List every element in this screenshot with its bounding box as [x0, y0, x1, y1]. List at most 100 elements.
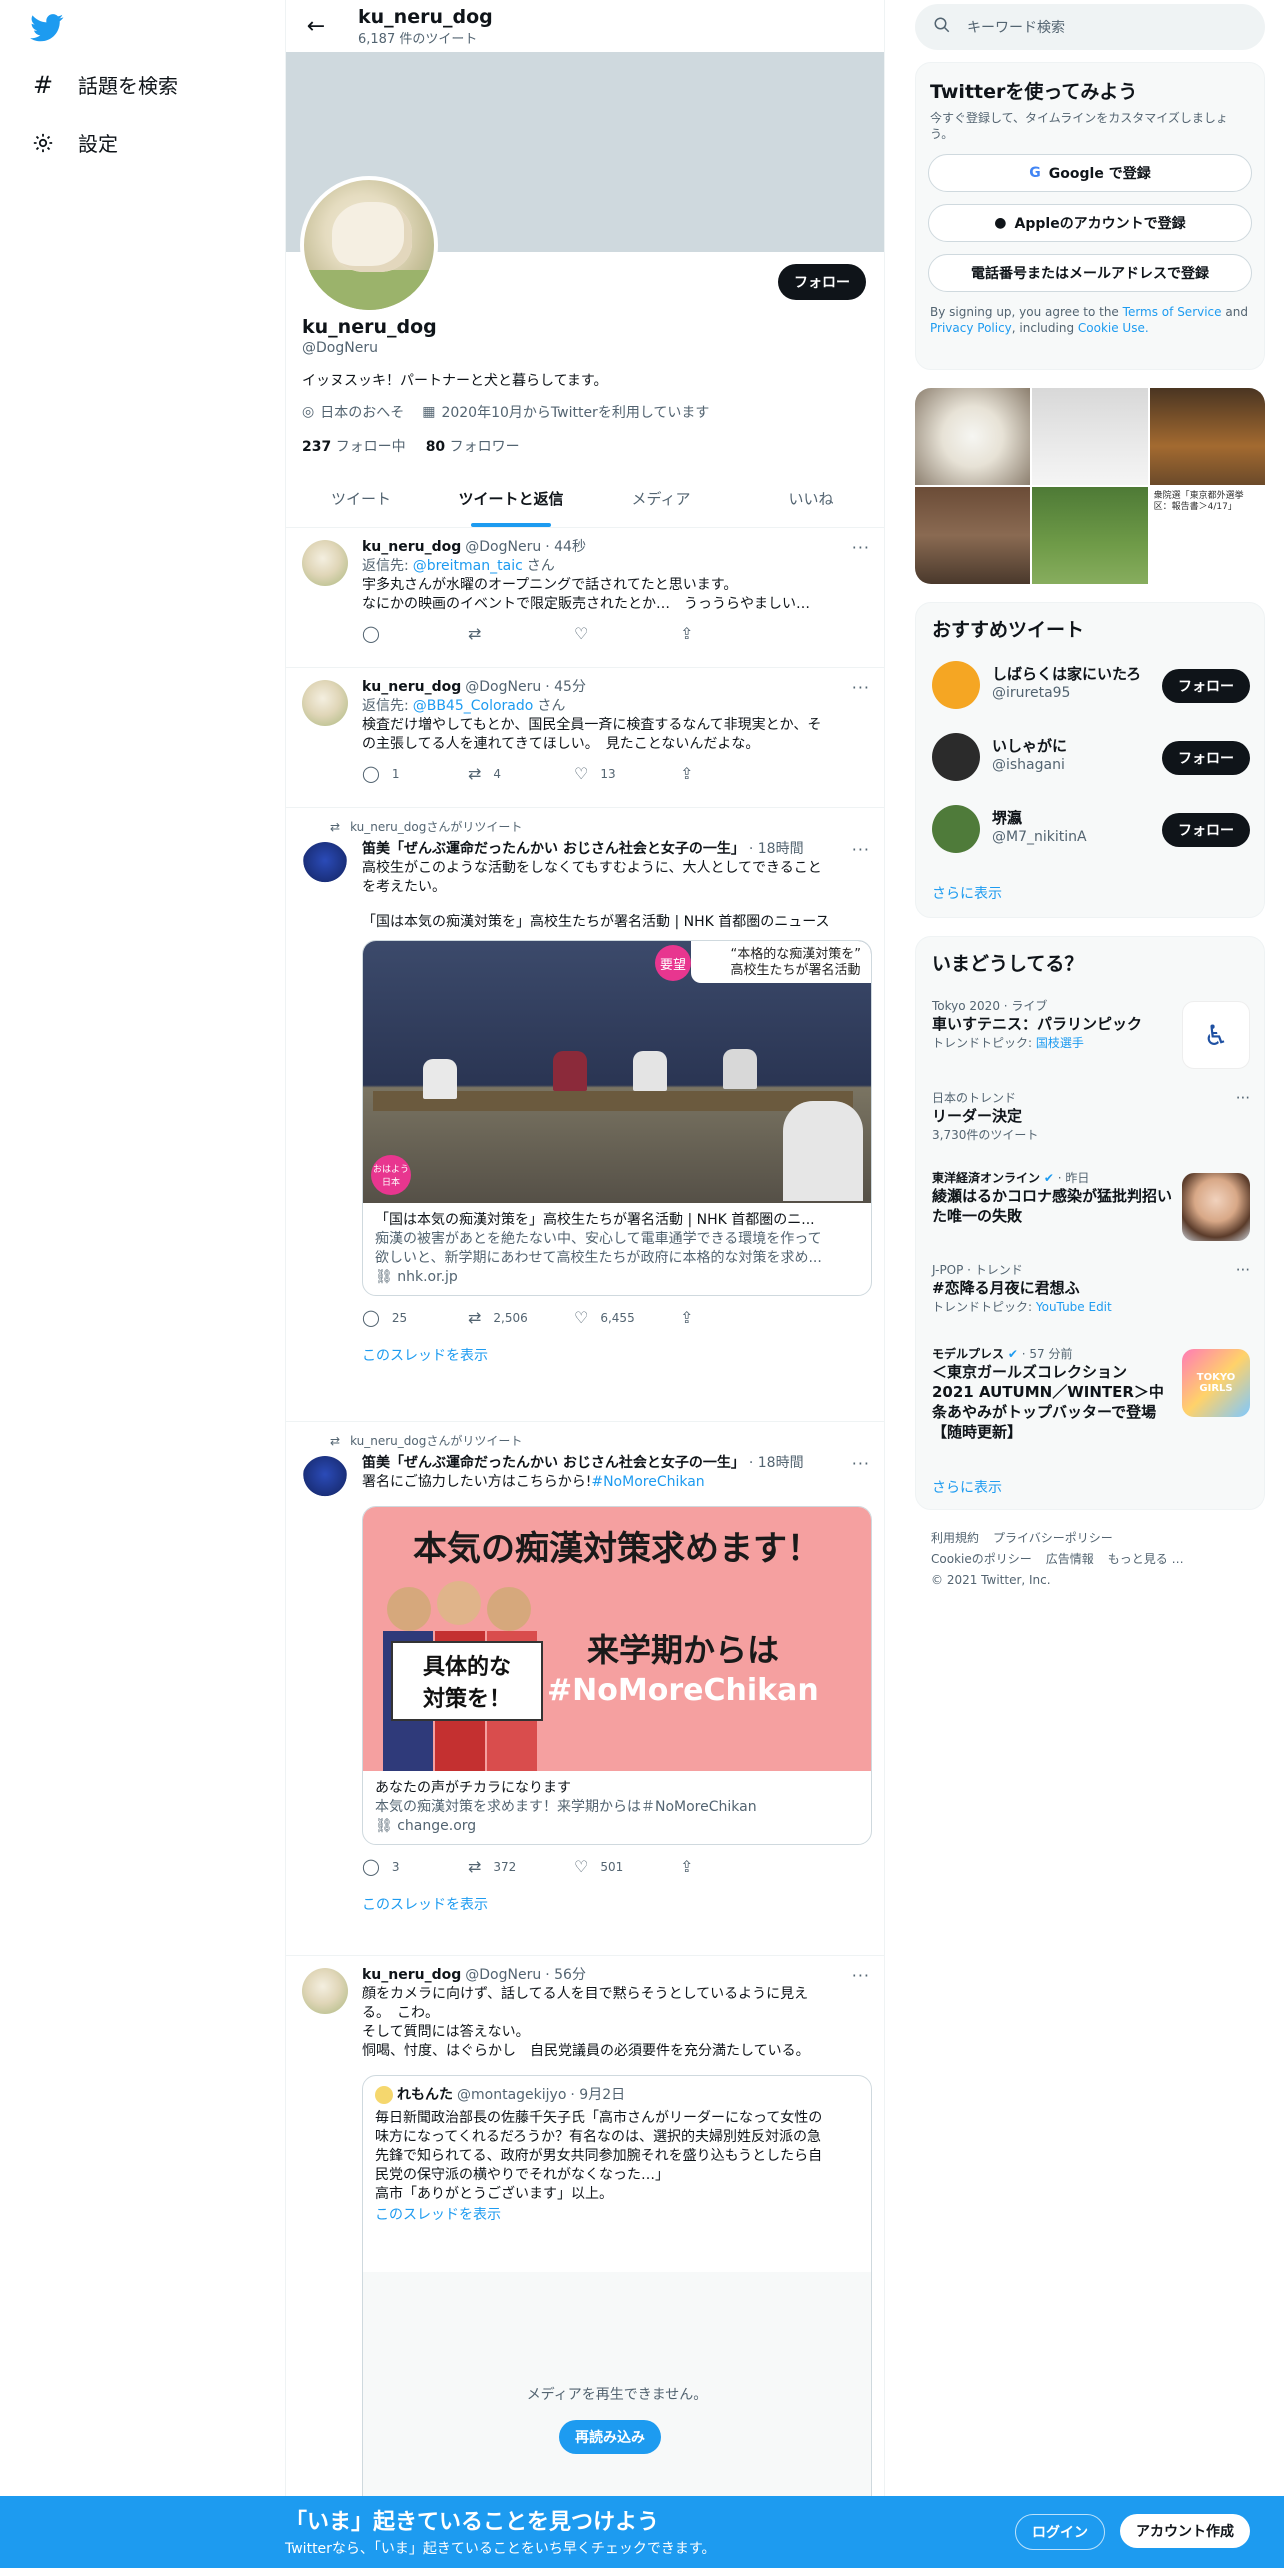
- more-icon[interactable]: ···: [1236, 1261, 1250, 1279]
- heart-icon: ♡: [574, 1857, 589, 1876]
- media-photo[interactable]: [1149, 388, 1265, 485]
- tweet-text: 高校生がこのような活動をしなくてもすむように、大人としてできること を考えたい。「…: [362, 860, 830, 930]
- nav-settings[interactable]: 設定: [30, 128, 118, 157]
- footer-links: 利用規約 プライバシーポリシー Cookieのポリシー 広告情報 もっと見る … © …: [931, 1528, 1184, 1591]
- media-photo[interactable]: [1032, 487, 1148, 584]
- media-photo[interactable]: [1032, 388, 1148, 485]
- more-icon[interactable]: ···: [1236, 1089, 1250, 1107]
- trend-item[interactable]: Tokyo 2020 · ライブ 車いすテニス：パラリンピック トレンドトピック…: [932, 997, 1250, 1069]
- footer-link[interactable]: 広告情報: [1046, 1549, 1094, 1570]
- tab-likes[interactable]: いいね: [736, 476, 884, 527]
- show-thread-link[interactable]: このスレッドを表示: [362, 1894, 872, 1914]
- footer-link[interactable]: もっと見る …: [1108, 1549, 1184, 1570]
- card-image: 本気の痴漢対策求めます！ 具体的な 対策を！ 来学期からは #NoMoreChik…: [363, 1507, 871, 1771]
- retweet-button[interactable]: ⇄: [468, 624, 574, 643]
- show-more-link[interactable]: さらに表示: [932, 883, 1002, 903]
- tab-tweets[interactable]: ツイート: [286, 476, 436, 527]
- tweet[interactable]: ··· ku_neru_dog @DogNeru · 45分 返信先: @BB45_C…: [286, 668, 884, 808]
- share-button[interactable]: ⇪: [680, 1308, 786, 1327]
- footer-link[interactable]: Cookieのポリシー: [931, 1549, 1032, 1570]
- tweet[interactable]: ⇄ ku_neru_dogさんがリツイート ··· 笛美「ぜんぶ運命だったんかい …: [286, 1422, 884, 1956]
- reply-button[interactable]: ◯ 1: [362, 764, 468, 783]
- share-button[interactable]: ⇪: [680, 624, 786, 643]
- suggestion-item[interactable]: しばらくは家にいたろ @irureta95 フォロー: [932, 659, 1250, 711]
- show-more-link[interactable]: さらに表示: [932, 1477, 1002, 1497]
- follow-button[interactable]: フォロー: [1162, 813, 1250, 847]
- tweet-author[interactable]: ku_neru_dog: [362, 1966, 461, 1985]
- trend-item[interactable]: J-POP · トレンド #恋降る月夜に君想ふ トレンドトピック: YouTub…: [932, 1261, 1250, 1315]
- hashtag-link[interactable]: #NoMoreChikan: [591, 1474, 704, 1490]
- search-bar[interactable]: キーワード検索: [915, 4, 1265, 50]
- link-card[interactable]: 本気の痴漢対策求めます！ 具体的な 対策を！ 来学期からは #NoMoreChik…: [362, 1506, 872, 1845]
- suggestion-item[interactable]: いしゃがに @ishagani フォロー: [932, 731, 1250, 783]
- suggestion-item[interactable]: 堺瀛 @M7_nikitinA フォロー: [932, 803, 1250, 855]
- profile-avatar[interactable]: [300, 176, 438, 314]
- avatar[interactable]: [932, 733, 980, 781]
- media-photo[interactable]: 衆院選「東京都外選挙区：報告書＞4/17」: [1149, 487, 1265, 584]
- tab-media[interactable]: メディア: [586, 476, 736, 527]
- trend-item[interactable]: モデルプレス ✔ · 57 分前 ＜東京ガールズコレクション 2021 AUTU…: [932, 1345, 1250, 1442]
- tweet-author[interactable]: ku_neru_dog: [362, 538, 461, 557]
- share-icon: ⇪: [680, 624, 694, 643]
- avatar[interactable]: [932, 661, 980, 709]
- reload-button[interactable]: 再読み込み: [559, 2420, 661, 2454]
- like-button[interactable]: ♡: [574, 624, 680, 643]
- share-button[interactable]: ⇪: [680, 1857, 786, 1876]
- avatar[interactable]: [302, 1968, 348, 2014]
- like-button[interactable]: ♡ 501: [574, 1857, 680, 1876]
- avatar[interactable]: [302, 1456, 348, 1502]
- reply-button[interactable]: ◯ 3: [362, 1857, 468, 1876]
- media-photo[interactable]: [915, 388, 1031, 485]
- like-button[interactable]: ♡ 6,455: [574, 1308, 680, 1327]
- tweet[interactable]: ··· ku_neru_dog @DogNeru · 44秒 返信先: @breitm…: [286, 528, 884, 668]
- tweet-author[interactable]: 笛美「ぜんぶ運命だったんかい おじさん社会と女子の一生」: [362, 840, 745, 859]
- follow-button[interactable]: フォロー: [778, 264, 866, 300]
- tweet-author[interactable]: ku_neru_dog: [362, 678, 461, 697]
- retweet-button[interactable]: ⇄ 4: [468, 764, 574, 783]
- trend-item[interactable]: 日本のトレンド リーダー決定 3,730件のツイート ···: [932, 1089, 1250, 1143]
- tweet[interactable]: ··· ku_neru_dog @DogNeru · 56分 顔をカメラに向けず、話…: [286, 1956, 884, 2568]
- tweet[interactable]: ⇄ ku_neru_dogさんがリツイート ··· 笛美「ぜんぶ運命だったんかい …: [286, 808, 884, 1422]
- profile-header: ← ku_neru_dog 6,187 件のツイート: [286, 0, 884, 52]
- twitter-logo-icon[interactable]: [30, 14, 66, 44]
- link-card[interactable]: “本格的な痴漢対策を” 高校生たちが署名活動 要望 おはよう日本 「国は本気の痴漢…: [362, 940, 872, 1296]
- google-signup-button[interactable]: G Google で登録: [928, 154, 1252, 192]
- phone-signup-button[interactable]: 電話番号またはメールアドレスで登録: [928, 254, 1252, 292]
- avatar[interactable]: [302, 540, 348, 586]
- footer-link[interactable]: 利用規約: [931, 1528, 979, 1549]
- show-thread-link[interactable]: このスレッドを表示: [362, 1345, 872, 1365]
- retweet-button[interactable]: ⇄ 372: [468, 1857, 574, 1876]
- like-button[interactable]: ♡ 13: [574, 764, 680, 783]
- reply-to-link[interactable]: @BB45_Colorado: [413, 697, 534, 716]
- quote-tweet[interactable]: れもんた @montagekijyo · 9月2日 毎日新聞政治部長の佐藤千矢子氏「…: [362, 2075, 872, 2568]
- cookie-link[interactable]: Cookie Use.: [1078, 321, 1149, 335]
- show-thread-link[interactable]: このスレッドを表示: [375, 2204, 859, 2224]
- tweet-author[interactable]: 笛美「ぜんぶ運命だったんかい おじさん社会と女子の一生」: [362, 1454, 745, 1473]
- tab-tweets-replies[interactable]: ツイートと返信: [436, 476, 586, 527]
- footer-link[interactable]: プライバシーポリシー: [993, 1528, 1113, 1549]
- avatar[interactable]: [302, 680, 348, 726]
- apple-signup-button[interactable]: ● Appleのアカウントで登録: [928, 204, 1252, 242]
- follow-button[interactable]: フォロー: [1162, 669, 1250, 703]
- avatar[interactable]: [302, 842, 348, 888]
- search-input[interactable]: キーワード検索: [967, 17, 1065, 37]
- follow-button[interactable]: フォロー: [1162, 741, 1250, 775]
- media-photo[interactable]: [915, 487, 1031, 584]
- terms-link[interactable]: Terms of Service: [1123, 305, 1222, 319]
- nav-explore[interactable]: # 話題を検索: [30, 70, 178, 99]
- media-grid: 衆院選「東京都外選挙区：報告書＞4/17」: [915, 388, 1265, 584]
- back-arrow-icon[interactable]: ←: [304, 14, 328, 39]
- reply-to-link[interactable]: @breitman_taic: [413, 557, 523, 576]
- login-button[interactable]: ログイン: [1015, 2514, 1105, 2550]
- followers-link[interactable]: 80 フォロワー: [426, 436, 520, 456]
- trend-item[interactable]: 東洋経済オンライン ✔ · 昨日 綾瀬はるかコロナ感染が猛批判招いた唯一の失敗: [932, 1169, 1250, 1241]
- avatar[interactable]: [932, 805, 980, 853]
- privacy-link[interactable]: Privacy Policy: [930, 321, 1012, 335]
- following-link[interactable]: 237 フォロー中: [302, 436, 406, 456]
- reply-icon: ◯: [362, 624, 380, 643]
- share-button[interactable]: ⇪: [680, 764, 786, 783]
- signup-button[interactable]: アカウント作成: [1120, 2514, 1250, 2548]
- retweet-button[interactable]: ⇄ 2,506: [468, 1308, 574, 1327]
- reply-button[interactable]: ◯: [362, 624, 468, 643]
- reply-button[interactable]: ◯ 25: [362, 1308, 468, 1327]
